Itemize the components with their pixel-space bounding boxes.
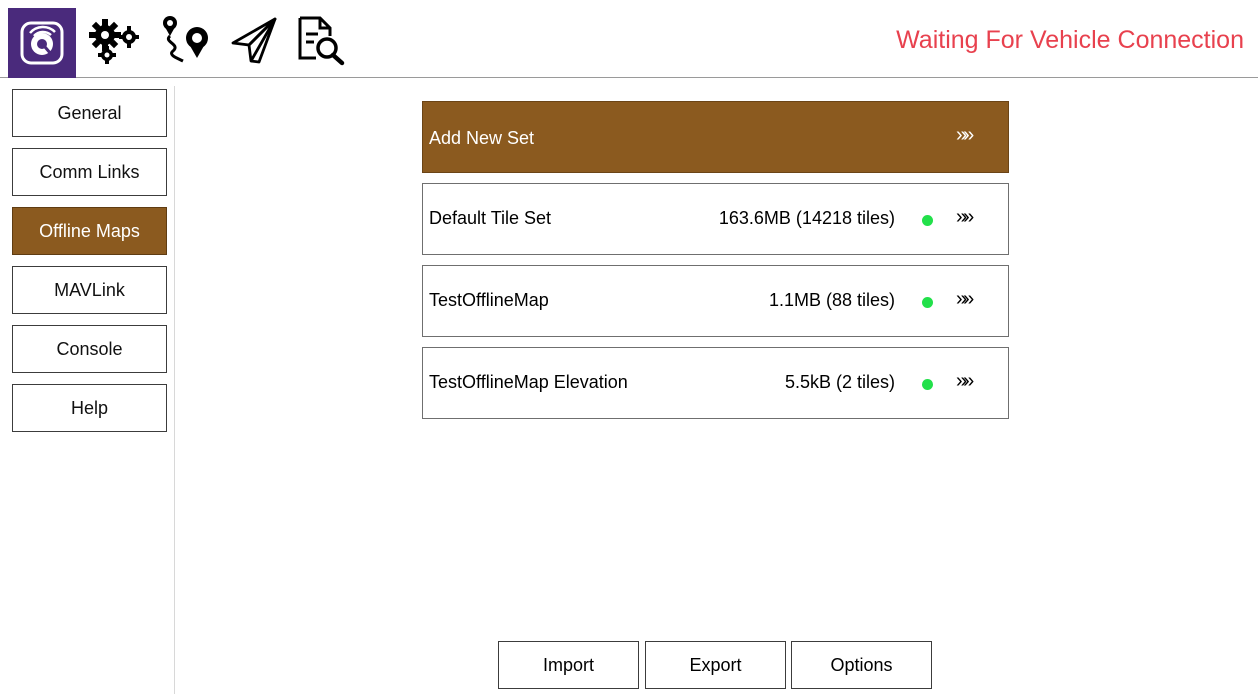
options-button[interactable]: Options [791,641,932,689]
tile-set-row[interactable]: TestOfflineMap Elevation 5.5kB (2 tiles)… [422,347,1009,419]
sidebar-item-mavlink[interactable]: MAVLink [12,266,167,314]
tile-set-row[interactable]: TestOfflineMap 1.1MB (88 tiles) »» [422,265,1009,337]
tile-set-size: 1.1MB (88 tiles) [768,290,895,310]
sidebar-item-comm-links[interactable]: Comm Links [12,148,167,196]
tile-set-size: 163.6MB (14218 tiles) [718,208,895,228]
status-dot-icon [922,379,933,390]
vehicle-setup-gears-icon [89,19,139,64]
qgc-logo-icon [20,21,64,65]
qgc-logo-button[interactable] [8,8,76,78]
vehicle-setup-button[interactable] [82,10,148,70]
add-new-set-button[interactable]: Add New Set »» [422,101,1009,173]
chevron-right-icon: »» [956,206,974,228]
analyze-tools-button[interactable] [292,10,348,70]
sidebar-item-offline-maps[interactable]: Offline Maps [12,207,167,255]
import-button[interactable]: Import [498,641,639,689]
analyze-document-icon [298,16,345,66]
plan-view-button[interactable] [156,10,216,70]
export-button[interactable]: Export [645,641,786,689]
tile-set-name: TestOfflineMap [429,290,549,310]
sidebar-item-help[interactable]: Help [12,384,167,432]
sidebar-divider [174,86,175,694]
status-dot-icon [922,297,933,308]
add-new-set-label: Add New Set [429,128,535,148]
chevron-right-icon: »» [956,124,974,146]
chevron-right-icon: »» [956,370,974,392]
top-toolbar: Waiting For Vehicle Connection [0,0,1258,78]
tile-set-row[interactable]: Default Tile Set 163.6MB (14218 tiles) »… [422,183,1009,255]
fly-view-button[interactable] [226,10,282,70]
fly-paper-plane-icon [231,17,277,64]
sidebar-item-general[interactable]: General [12,89,167,137]
tile-set-size: 5.5kB (2 tiles) [784,372,895,392]
chevron-right-icon: »» [956,288,974,310]
vehicle-connection-status: Waiting For Vehicle Connection [896,26,1244,54]
status-dot-icon [922,215,933,226]
plan-route-icon [163,16,208,63]
tile-set-name: TestOfflineMap Elevation [429,372,628,392]
sidebar-item-console[interactable]: Console [12,325,167,373]
tile-set-name: Default Tile Set [429,208,552,228]
